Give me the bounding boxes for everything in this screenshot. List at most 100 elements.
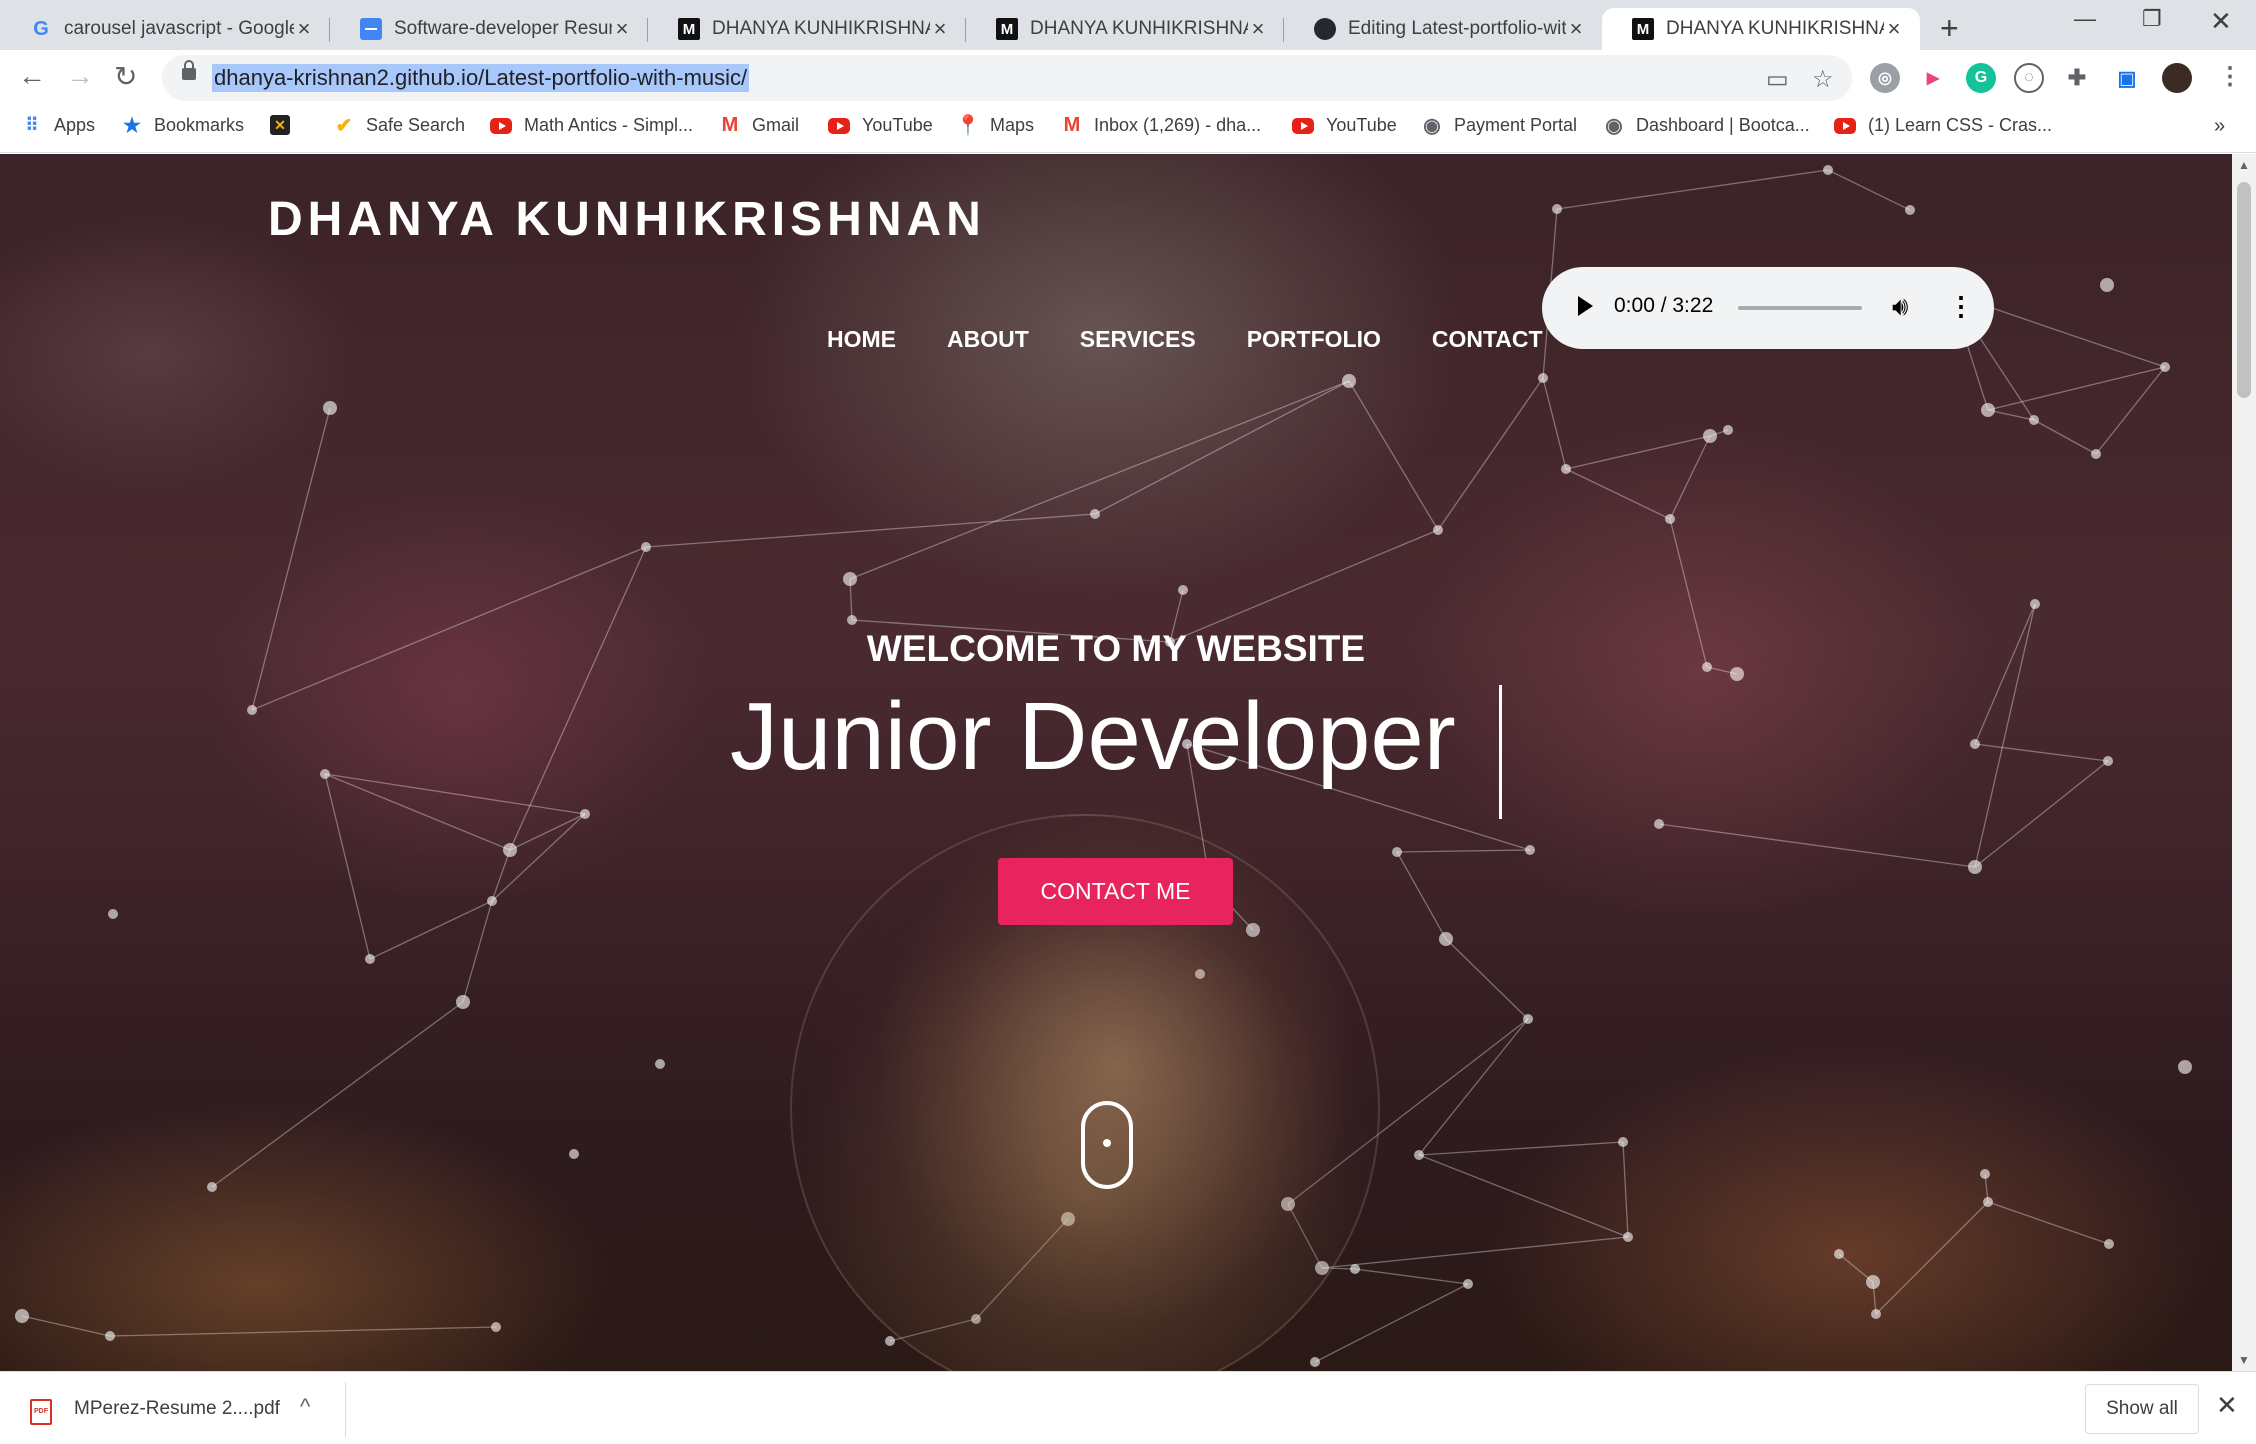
m-logo-icon: M <box>1632 18 1654 40</box>
network-node <box>1905 205 1915 215</box>
tab-2[interactable]: Software-developer Resume × <box>330 8 648 50</box>
network-line <box>1418 1018 1529 1156</box>
close-window-icon[interactable]: ✕ <box>2210 6 2232 37</box>
address-bar[interactable]: dhanya-krishnan2.github.io/Latest-portfo… <box>162 55 1852 101</box>
scroll-up-arrow-icon[interactable]: ▲ <box>2238 158 2250 172</box>
network-node <box>1525 845 1535 855</box>
network-node <box>1350 1264 1360 1274</box>
tab-5[interactable]: Editing Latest-portfolio-with × <box>1284 8 1602 50</box>
bookmark-youtube-2[interactable]: YouTube <box>1292 115 1397 136</box>
network-line <box>1321 1236 1629 1269</box>
bookmark-inbox[interactable]: M Inbox (1,269) - dha... <box>1062 114 1261 136</box>
menu-kebab-icon[interactable]: ⋮ <box>2218 62 2242 91</box>
nav-services[interactable]: SERVICES <box>1080 326 1196 353</box>
bookmark-safe-search[interactable]: ✔ Safe Search <box>334 115 465 137</box>
globe-icon: ◉ <box>1605 115 1623 137</box>
audio-seek-bar[interactable] <box>1738 306 1862 310</box>
bookmark-gmail[interactable]: M Gmail <box>720 114 799 136</box>
network-node <box>365 954 375 964</box>
volume-icon[interactable]: 🔊︎ <box>1892 291 1908 323</box>
bookmark-star-icon[interactable]: ☆ <box>1812 65 1834 94</box>
forward-icon[interactable]: → <box>66 60 94 92</box>
network-node <box>1871 1309 1881 1319</box>
close-tab-icon[interactable]: × <box>294 16 314 42</box>
close-tab-icon[interactable]: × <box>1884 16 1904 42</box>
bookmark-label: Bookmarks <box>154 115 245 135</box>
bookmark-youtube[interactable]: YouTube <box>828 115 933 136</box>
network-line <box>1437 377 1544 531</box>
nav-portfolio[interactable]: PORTFOLIO <box>1247 326 1381 353</box>
bookmarks-bar: ⠿ Apps ★ Bookmarks ✕ ✔ Safe Search Math … <box>0 107 2256 153</box>
scroll-down-mouse-icon[interactable] <box>1081 1101 1133 1189</box>
bookmark-learn-css[interactable]: (1) Learn CSS - Cras... <box>1834 115 2052 136</box>
lock-icon[interactable] <box>182 60 196 80</box>
bookmark-logo[interactable]: ✕ <box>270 115 302 135</box>
audio-menu-icon[interactable]: ⋮ <box>1948 291 1974 322</box>
network-node <box>2178 1060 2192 1074</box>
network-line <box>1418 1141 1624 1156</box>
tab-title: Software-developer Resume <box>394 18 612 39</box>
network-node <box>1310 1357 1320 1367</box>
close-tab-icon[interactable]: × <box>1248 16 1268 42</box>
more-bookmarks-icon[interactable]: » <box>2214 115 2225 138</box>
network-line <box>509 546 647 851</box>
tab-title: Editing Latest-portfolio-with <box>1348 18 1566 39</box>
page-scrollbar[interactable]: ▲ ▼ <box>2232 154 2256 1371</box>
network-node <box>1433 525 1443 535</box>
minimize-icon[interactable]: — <box>2074 6 2096 32</box>
bookmark-math-antics[interactable]: Math Antics - Simpl... <box>490 115 693 136</box>
extension-2-icon[interactable]: ▶ <box>1918 63 1948 93</box>
contact-me-button[interactable]: CONTACT ME <box>998 858 1233 925</box>
pdf-file-icon: PDF <box>30 1399 52 1425</box>
profile-avatar[interactable] <box>2162 63 2192 93</box>
tab-3[interactable]: M DHANYA KUNHIKRISHNAN × <box>648 8 966 50</box>
nav-about[interactable]: ABOUT <box>947 326 1029 353</box>
cast-icon[interactable]: ▣ <box>2112 63 2142 93</box>
tab-1[interactable]: G carousel javascript - Google × <box>0 8 330 50</box>
network-line <box>2095 366 2166 455</box>
network-line <box>1565 435 1711 470</box>
network-node <box>207 1182 217 1192</box>
bookmark-dashboard[interactable]: ◉ Dashboard | Bootca... <box>1604 115 1810 137</box>
extensions-puzzle-icon[interactable]: ✚ <box>2062 63 2092 93</box>
back-icon[interactable]: ← <box>18 60 46 92</box>
bookmark-bookmarks[interactable]: ★ Bookmarks <box>122 115 245 137</box>
apps-grid-icon: ⠿ <box>25 115 39 135</box>
new-tab-icon[interactable]: + <box>1940 10 1959 47</box>
scrollbar-thumb[interactable] <box>2237 182 2251 398</box>
bookmark-apps[interactable]: ⠿ Apps <box>22 115 95 136</box>
network-node <box>885 1336 895 1346</box>
close-tab-icon[interactable]: × <box>1566 16 1586 42</box>
reload-icon[interactable]: ↻ <box>114 60 137 93</box>
download-options-caret-icon[interactable]: ^ <box>300 1394 310 1420</box>
url-text[interactable]: dhanya-krishnan2.github.io/Latest-portfo… <box>212 64 750 92</box>
scroll-down-arrow-icon[interactable]: ▼ <box>2238 1353 2250 1367</box>
play-icon[interactable] <box>1578 296 1593 316</box>
show-all-button[interactable]: Show all <box>2085 1384 2199 1434</box>
bookmark-maps[interactable]: 📍 Maps <box>956 115 1034 137</box>
nav-home[interactable]: HOME <box>827 326 896 353</box>
bookmark-label: Apps <box>54 115 96 135</box>
network-node <box>1654 819 1664 829</box>
close-tab-icon[interactable]: × <box>930 16 950 42</box>
extension-3-icon[interactable]: ◌ <box>2014 63 2044 93</box>
network-node <box>1439 932 1453 946</box>
close-shelf-icon[interactable]: ✕ <box>2216 1390 2238 1421</box>
audio-player: 0:00 / 3:22 🔊︎ ⋮ <box>1542 267 1994 349</box>
download-filename[interactable]: MPerez-Resume 2....pdf <box>74 1398 280 1420</box>
close-tab-icon[interactable]: × <box>612 16 632 42</box>
network-line <box>491 813 586 902</box>
bookmark-payment-portal[interactable]: ◉ Payment Portal <box>1422 115 1577 137</box>
tab-6-active[interactable]: M DHANYA KUNHIKRISHNAN × <box>1602 8 1920 50</box>
extension-1-icon[interactable]: ◎ <box>1870 63 1900 93</box>
cast-page-icon[interactable]: ▭ <box>1766 65 1789 94</box>
restore-icon[interactable]: ❐ <box>2142 6 2162 32</box>
tab-4[interactable]: M DHANYA KUNHIKRISHNAN × <box>966 8 1284 50</box>
network-node <box>1665 514 1675 524</box>
grammarly-icon[interactable]: G <box>1966 63 1996 93</box>
network-node <box>1723 425 1733 435</box>
network-node <box>247 705 257 715</box>
gmail-icon: M <box>1063 114 1081 136</box>
nav-contact[interactable]: CONTACT <box>1432 326 1543 353</box>
site-brand[interactable]: DHANYA KUNHIKRISHNAN <box>268 192 986 247</box>
